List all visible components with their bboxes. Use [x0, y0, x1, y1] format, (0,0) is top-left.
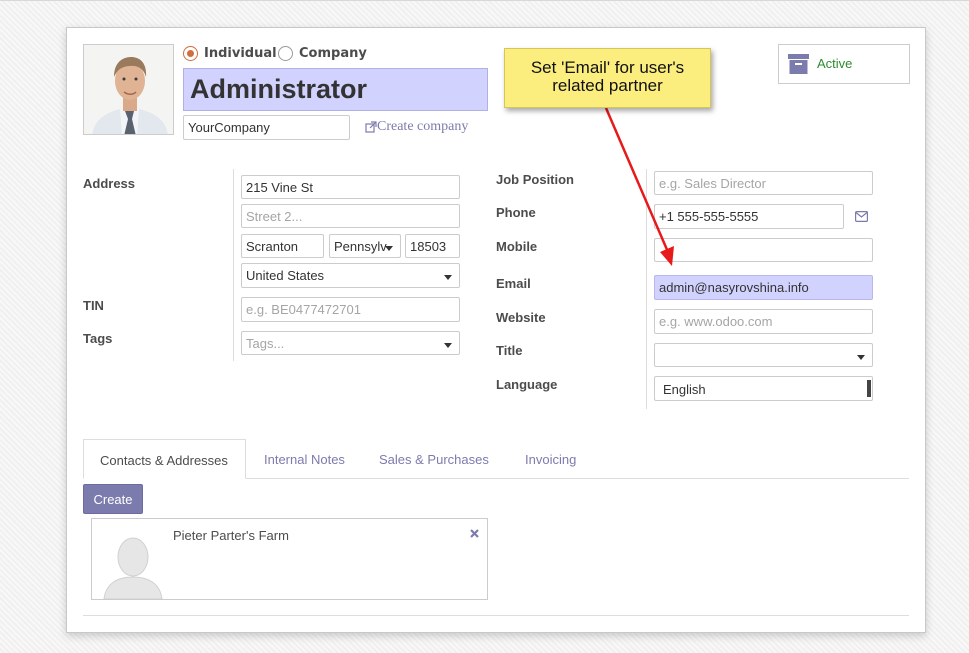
callout-line-2: related partner: [552, 76, 663, 95]
annotation-arrow: [604, 107, 674, 266]
callout-line-1: Set 'Email' for user's: [530, 58, 685, 77]
annotation-callout: Set 'Email' for user's related partner: [504, 48, 711, 108]
